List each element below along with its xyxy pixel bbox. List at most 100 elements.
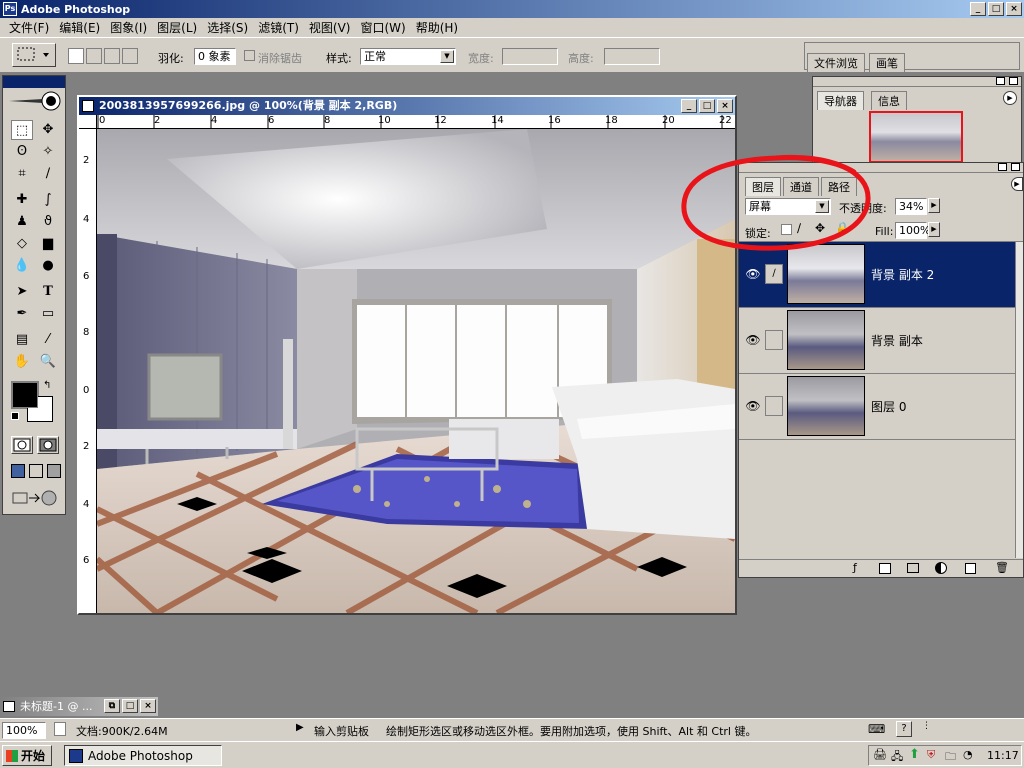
selection-subtract-icon[interactable] bbox=[104, 48, 120, 64]
layers-close-icon[interactable] bbox=[1011, 163, 1020, 171]
crop-tool-icon[interactable]: ⌗ bbox=[11, 164, 33, 184]
doc-info-icon[interactable] bbox=[54, 722, 66, 736]
status-more-icon[interactable]: ⋮ bbox=[922, 721, 931, 731]
eyedropper-tool-icon[interactable]: ⁄ bbox=[37, 330, 59, 350]
shape-tool-icon[interactable]: ▭ bbox=[37, 304, 59, 324]
selection-new-icon[interactable] bbox=[68, 48, 84, 64]
hand-tool-icon[interactable]: ✋ bbox=[11, 352, 33, 372]
layer-row[interactable]: 👁 背景 副本 bbox=[739, 308, 1015, 374]
gradient-tool-icon[interactable]: ▆ bbox=[37, 234, 59, 254]
feather-input[interactable]: 0 象素 bbox=[194, 48, 236, 65]
navigator-close-icon[interactable] bbox=[1009, 77, 1018, 85]
opacity-slider-arrow-icon[interactable]: ▶ bbox=[928, 198, 940, 213]
fill-input[interactable]: 100% bbox=[895, 222, 930, 239]
dodge-tool-icon[interactable]: ● bbox=[37, 256, 59, 276]
navigator-thumbnail[interactable] bbox=[869, 111, 963, 163]
network-tray-icon[interactable]: 🖧 bbox=[891, 748, 903, 767]
layers-scrollbar[interactable] bbox=[1015, 242, 1023, 558]
style-select[interactable]: 正常 ▼ bbox=[360, 48, 456, 65]
history-brush-icon[interactable]: ϑ bbox=[37, 212, 59, 232]
status-menu-arrow-icon[interactable]: ▶ bbox=[296, 722, 304, 733]
menu-image[interactable]: 图象(I) bbox=[105, 19, 152, 36]
zoom-input[interactable]: 100% bbox=[2, 722, 46, 739]
marquee-tool-icon[interactable]: ⬚ bbox=[11, 120, 33, 140]
screen-mode-standard-icon[interactable] bbox=[11, 464, 25, 478]
pen-tool-icon[interactable]: ✒ bbox=[11, 304, 33, 324]
notes-tool-icon[interactable]: ▤ bbox=[11, 330, 33, 350]
start-button[interactable]: 开始 bbox=[2, 745, 52, 766]
mini-maximize-button[interactable]: □ bbox=[122, 699, 138, 713]
minimize-button[interactable]: _ bbox=[970, 2, 986, 16]
slice-tool-icon[interactable]: ∕ bbox=[37, 164, 59, 184]
path-select-tool-icon[interactable]: ➤ bbox=[11, 282, 33, 302]
default-colors-icon[interactable] bbox=[11, 412, 19, 420]
foreground-color-swatch-front[interactable] bbox=[12, 382, 38, 408]
healing-brush-icon[interactable]: ✚ bbox=[11, 190, 33, 210]
new-layer-icon[interactable] bbox=[965, 563, 976, 574]
doc-close-button[interactable]: × bbox=[717, 99, 733, 113]
navigator-minimize-icon[interactable] bbox=[996, 77, 1005, 85]
layers-minimize-icon[interactable] bbox=[998, 163, 1007, 171]
trash-icon[interactable]: 🗑 bbox=[995, 561, 1009, 574]
eye-icon[interactable]: 👁 bbox=[743, 264, 763, 284]
menu-view[interactable]: 视图(V) bbox=[304, 19, 356, 36]
tab-brushes[interactable]: 画笔 bbox=[869, 53, 905, 72]
mini-close-button[interactable]: × bbox=[140, 699, 156, 713]
tab-navigator[interactable]: 导航器 bbox=[817, 91, 864, 110]
tab-info[interactable]: 信息 bbox=[871, 91, 907, 110]
opacity-input[interactable]: 34% bbox=[895, 198, 927, 215]
screen-mode-full-icon[interactable] bbox=[47, 464, 61, 478]
speaker-tray-icon[interactable]: ◔ bbox=[963, 748, 973, 761]
jump-to-imageready-icon[interactable] bbox=[11, 488, 61, 508]
antialias-checkbox[interactable] bbox=[244, 50, 255, 61]
standard-mode-icon[interactable] bbox=[11, 436, 33, 454]
blur-tool-icon[interactable]: 💧 bbox=[11, 256, 33, 276]
folder-tray-icon[interactable]: 🗀 bbox=[945, 748, 956, 767]
maximize-button[interactable]: □ bbox=[988, 2, 1004, 16]
quickmask-mode-icon[interactable] bbox=[37, 436, 59, 454]
tab-file-browser[interactable]: 文件浏览 bbox=[807, 53, 865, 72]
doc-minimize-button[interactable]: _ bbox=[681, 99, 697, 113]
menu-window[interactable]: 窗口(W) bbox=[355, 19, 410, 36]
type-tool-icon[interactable]: T bbox=[37, 282, 59, 302]
close-button[interactable]: × bbox=[1006, 2, 1022, 16]
swap-colors-icon[interactable]: ↰ bbox=[43, 380, 51, 391]
menu-help[interactable]: 帮助(H) bbox=[411, 19, 463, 36]
menu-select[interactable]: 选择(S) bbox=[202, 19, 253, 36]
adjustment-layer-icon[interactable] bbox=[935, 562, 947, 574]
height-input[interactable] bbox=[604, 48, 660, 65]
minimized-document[interactable]: 未标题-1 @ ... ⧉ □ × bbox=[0, 697, 158, 716]
layer-row[interactable]: 👁 图层 0 bbox=[739, 374, 1015, 440]
link-slot-icon[interactable] bbox=[765, 330, 783, 350]
new-set-icon[interactable] bbox=[907, 563, 919, 573]
printer-tray-icon[interactable]: 🖨 bbox=[873, 748, 887, 761]
eye-icon[interactable]: 👁 bbox=[743, 396, 763, 416]
selection-intersect-icon[interactable] bbox=[122, 48, 138, 64]
move-tool-icon[interactable]: ✥ bbox=[37, 120, 59, 140]
screen-mode-full-menu-icon[interactable] bbox=[29, 464, 43, 478]
fill-slider-arrow-icon[interactable]: ▶ bbox=[928, 222, 940, 237]
brush-icon[interactable]: ∕ bbox=[765, 264, 783, 284]
taskbar-item-photoshop[interactable]: Adobe Photoshop bbox=[64, 745, 222, 766]
adobe-online-icon[interactable] bbox=[7, 90, 63, 112]
link-slot-icon[interactable] bbox=[765, 396, 783, 416]
eye-icon[interactable]: 👁 bbox=[743, 330, 763, 350]
menu-filter[interactable]: 滤镜(T) bbox=[253, 19, 304, 36]
menu-file[interactable]: 文件(F) bbox=[4, 19, 54, 36]
tool-preset-picker[interactable] bbox=[12, 43, 56, 67]
layer-style-icon[interactable]: ƒ bbox=[853, 561, 857, 574]
keyboard-icon[interactable]: ⌨ bbox=[868, 722, 885, 736]
help-icon[interactable]: ? bbox=[896, 721, 912, 737]
menu-layer[interactable]: 图层(L) bbox=[152, 19, 202, 36]
brush-tool-icon[interactable]: ∫ bbox=[37, 190, 59, 210]
eraser-tool-icon[interactable]: ◇ bbox=[11, 234, 33, 254]
lasso-tool-icon[interactable]: ʘ bbox=[11, 142, 33, 162]
image-canvas[interactable] bbox=[97, 129, 735, 613]
width-input[interactable] bbox=[502, 48, 558, 65]
doc-maximize-button[interactable]: □ bbox=[699, 99, 715, 113]
update-arrow-tray-icon[interactable]: ⬆ bbox=[909, 747, 920, 762]
zoom-tool-icon[interactable]: 🔍 bbox=[37, 352, 59, 372]
layer-mask-icon[interactable] bbox=[879, 563, 891, 574]
selection-add-icon[interactable] bbox=[86, 48, 102, 64]
magic-wand-tool-icon[interactable]: ✧ bbox=[37, 142, 59, 162]
